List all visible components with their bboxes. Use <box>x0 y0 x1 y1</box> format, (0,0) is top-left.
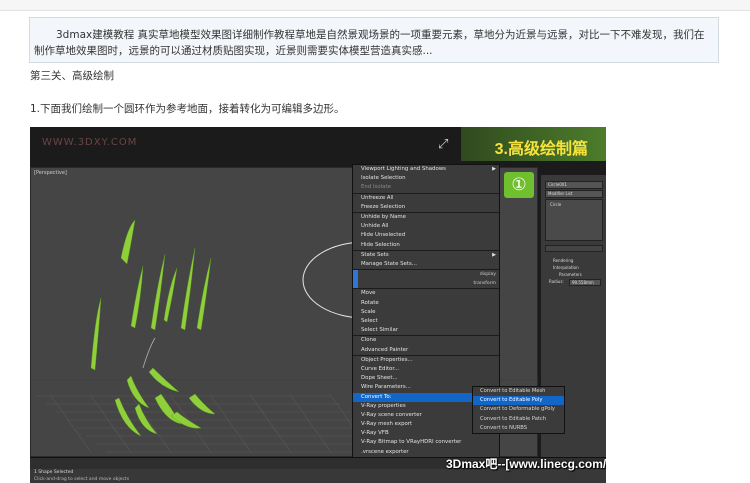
menu-item-label: Scale <box>361 308 376 315</box>
menu-item[interactable]: End Isolate <box>353 183 499 192</box>
object-name-field[interactable]: Circle001 <box>545 181 603 189</box>
menu-item[interactable]: Clone <box>353 335 499 345</box>
menu-item-label: Unfreeze All <box>361 194 394 201</box>
menu-item-label: Freeze Selection <box>361 203 406 210</box>
menu-item[interactable]: Isolate Selection <box>353 174 499 183</box>
top-toolbar: ^ <box>0 0 750 11</box>
stack-toolbar[interactable] <box>545 245 603 252</box>
menu-item[interactable]: Unhide by Name <box>353 211 499 222</box>
menu-item-label: Clone <box>361 337 377 344</box>
chevron-up-icon[interactable]: ^ <box>3 0 11 7</box>
menu-item[interactable]: Select <box>353 317 499 326</box>
menu-item[interactable]: Move <box>353 288 499 298</box>
menu-item-label: Curve Editor... <box>361 365 400 372</box>
menu-item-label: Isolate Selection <box>361 175 406 182</box>
ground-grid <box>36 395 401 453</box>
quad-label: display <box>479 272 496 278</box>
menu-item[interactable]: Select Similar <box>353 326 499 335</box>
menu-item-label: Unhide by Name <box>361 213 406 220</box>
submenu-item[interactable]: Convert to Deformable gPoly <box>473 405 564 414</box>
menu-item[interactable]: Unhide All <box>353 222 499 231</box>
menu-item-label: Object Properties... <box>361 356 413 363</box>
menu-item-label: Select Similar <box>361 327 399 334</box>
radius-value: 99.558mm <box>572 280 594 285</box>
menu-item-label: Hide Unselected <box>361 232 406 239</box>
submenu-arrow-icon: ▶ <box>492 166 496 172</box>
banner-title: 3.高级绘制篇 <box>494 141 588 158</box>
menu-item-label: Move <box>361 290 376 297</box>
menu-item[interactable]: Rotate <box>353 299 499 308</box>
menu-item-label: V-Ray VFB <box>361 430 389 437</box>
menu-item[interactable]: Object Properties... <box>353 354 499 365</box>
submenu-arrow-icon: ▶ <box>492 251 496 258</box>
status-prompt: Click-and-drag to select and move object… <box>34 477 130 482</box>
menu-item-label: V-Ray Bitmap to VRayHDRI converter <box>361 439 462 446</box>
grass-blades <box>90 219 216 437</box>
menu-item[interactable]: Dope Sheet... <box>353 374 499 383</box>
rollout-rendering[interactable]: Rendering <box>553 258 573 263</box>
menu-item-label: V-Ray scene converter <box>361 411 422 418</box>
menu-item[interactable]: Unfreeze All <box>353 192 499 203</box>
menu-item[interactable]: Freeze Selection <box>353 203 499 212</box>
menu-item[interactable]: Scale <box>353 308 499 317</box>
radius-field[interactable]: 99.558mm <box>569 279 601 286</box>
menu-item-label: Wire Parameters... <box>361 384 411 391</box>
menu-item[interactable]: Advanced Painter <box>353 346 499 355</box>
menu-item[interactable]: Curve Editor... <box>353 365 499 374</box>
intro-text: 3dmax建模教程 真实草地模型效果图详细制作教程草地是自然景观场景的一项重要元… <box>34 29 705 57</box>
submenu-item[interactable]: Convert to Editable Patch <box>473 415 564 424</box>
modifier-list-label: Modifier List <box>548 191 573 196</box>
menu-item[interactable]: Manage State Sets... <box>353 260 499 269</box>
watermark-text: WWW.3DXY.COM <box>42 137 138 148</box>
stack-item[interactable]: Circle <box>550 202 561 207</box>
article-screenshot: WWW.3DXY.COM ⤢ 3.高级绘制篇 [Perspective] ① C… <box>30 127 606 483</box>
section-title: 第三关、高级绘制 <box>30 70 114 82</box>
menu-item-label: Convert To: <box>361 393 392 400</box>
object-name-value: Circle001 <box>548 182 567 187</box>
modifier-list-dropdown[interactable]: Modifier List <box>545 190 603 198</box>
menu-item-label: Rotate <box>361 299 379 306</box>
menu-item[interactable]: display <box>353 269 499 280</box>
menu-item-label: Advanced Painter <box>361 346 409 353</box>
rollout-parameters[interactable]: Parameters <box>559 272 582 277</box>
step-badge: ① <box>504 172 534 198</box>
menu-item-label: Unhide All <box>361 223 389 230</box>
radius-label: Radius: <box>549 279 564 284</box>
menu-item[interactable]: Viewport Lighting and Shadows ▶ <box>353 165 499 174</box>
menu-item[interactable]: V-Ray Bitmap to VRayHDRI converter <box>353 438 499 447</box>
quad-marker <box>353 279 358 289</box>
rollout-interpolation[interactable]: Interpolation <box>553 265 579 270</box>
menu-item-label: Manage State Sets... <box>361 260 417 267</box>
modifier-stack[interactable]: Circle <box>545 199 603 241</box>
menu-item-label: Hide Selection <box>361 241 400 248</box>
menu-item-label: .vrscene exporter <box>361 448 409 455</box>
menu-item-label: V-Ray mesh export <box>361 421 413 428</box>
submenu-item[interactable]: Convert to Editable Mesh <box>473 387 564 396</box>
menu-item-label: End Isolate <box>361 184 391 191</box>
menu-item[interactable]: Hide Selection <box>353 241 499 250</box>
menu-item[interactable]: transform <box>353 279 499 289</box>
menu-item-label: Dope Sheet... <box>361 375 398 382</box>
menu-item[interactable]: Hide Unselected <box>353 231 499 240</box>
quad-label: transform <box>473 281 496 287</box>
menu-item-label: State Sets <box>361 251 389 258</box>
chapter-banner: 3.高级绘制篇 <box>461 127 606 161</box>
convert-to-submenu: Convert to Editable Mesh Convert to Edita… <box>472 386 565 434</box>
quad-marker <box>353 270 358 280</box>
status-selected: 1 Shape Selected <box>34 470 74 475</box>
menu-item-label: Select <box>361 318 378 324</box>
expand-icon[interactable]: ⤢ <box>438 137 452 152</box>
step-text: 1.下面我们绘制一个圆环作为参考地面，接着转化为可编辑多边形。 <box>30 103 345 115</box>
site-credit: 3Dmax吧--[www.linecg.com/tieba/1771] <box>446 457 606 471</box>
grass-stem <box>142 337 156 369</box>
intro-box: 3dmax建模教程 真实草地模型效果图详细制作教程草地是自然景观场景的一项重要元… <box>29 17 719 63</box>
menu-item-label: V-Ray properties <box>361 402 406 409</box>
menu-item[interactable]: State Sets ▶ <box>353 249 499 260</box>
submenu-item[interactable]: Convert to Editable Poly <box>473 396 564 406</box>
submenu-item[interactable]: Convert to NURBS <box>473 424 564 433</box>
menu-item-label: Viewport Lighting and Shadows <box>361 166 446 172</box>
